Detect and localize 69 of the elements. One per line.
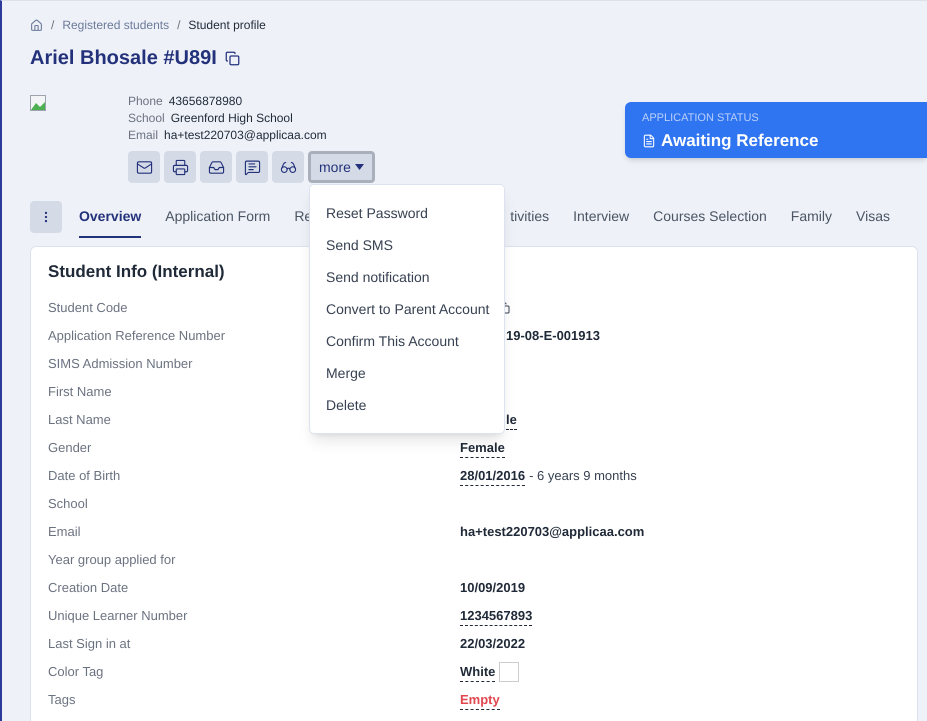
tab[interactable]: tivities: [510, 196, 550, 238]
menu-item[interactable]: Confirm This Account: [310, 325, 504, 357]
toolbar-button[interactable]: [236, 151, 268, 183]
field-label: Gender: [48, 439, 92, 458]
field-value[interactable]: 1234567893: [460, 606, 532, 626]
printer-icon: [172, 158, 188, 176]
breadcrumb-link[interactable]: Registered students: [62, 16, 170, 34]
field-value: 10/09/2019: [460, 579, 526, 598]
field-label: Student Code: [48, 299, 128, 318]
contact-value: ha+test220703@applicaa.com: [164, 127, 327, 144]
contact-label: Phone: [128, 93, 163, 110]
field-label: Email: [48, 523, 81, 542]
menu-item[interactable]: Merge: [310, 357, 504, 389]
breadcrumb-separator: /: [177, 17, 180, 34]
status-label: APPLICATION STATUS: [642, 111, 760, 125]
field-value[interactable]: White: [460, 662, 496, 682]
contact-label: Email: [128, 127, 158, 144]
tab[interactable]: Family: [790, 196, 832, 238]
field-value[interactable]: Female: [460, 438, 505, 458]
chat-icon: [244, 158, 260, 176]
field-value: 19-08-E-001913: [506, 327, 600, 346]
document-icon: [642, 132, 656, 149]
student-name-title: Ariel Bhosale #U89I: [30, 46, 217, 71]
tab[interactable]: Courses Selection: [653, 196, 767, 238]
age-text: - 6 years 9 months: [529, 467, 637, 486]
field-label: Year group applied for: [48, 551, 176, 570]
toolbar-button[interactable]: [164, 151, 196, 183]
field-label: Application Reference Number: [48, 327, 226, 346]
field-value[interactable]: 28/01/2016: [460, 466, 526, 486]
broken-image-icon: [30, 95, 46, 111]
field-label: Color Tag: [48, 663, 104, 682]
field-label: Last Name: [48, 411, 111, 430]
field-value[interactable]: le: [506, 410, 517, 430]
field-label: Unique Learner Number: [48, 607, 188, 626]
field-value[interactable]: Empty: [460, 690, 500, 710]
tab[interactable]: Application Form: [165, 196, 270, 238]
status-value: Awaiting Reference: [661, 130, 818, 152]
field-label: First Name: [48, 383, 112, 402]
field-label: Last Sign in at: [48, 635, 130, 654]
menu-item[interactable]: Send SMS: [310, 229, 504, 261]
field-label: Date of Birth: [48, 467, 120, 486]
contact-label: School: [128, 110, 165, 127]
field-label: School: [48, 495, 88, 514]
caret-icon: [354, 164, 364, 170]
menu-item[interactable]: Convert to Parent Account: [310, 293, 504, 325]
toolbar-button[interactable]: [128, 151, 160, 183]
tray-icon: [208, 158, 224, 176]
toolbar-button[interactable]: [200, 151, 232, 183]
toolbar-button[interactable]: [272, 151, 304, 183]
field-label: Creation Date: [48, 579, 128, 598]
contact-value: Greenford High School: [170, 110, 293, 127]
field-value: ha+test220703@applicaa.com: [460, 523, 644, 542]
card-title: Student Info (Internal): [48, 261, 225, 283]
tab[interactable]: Overview: [79, 196, 142, 238]
field-label: SIMS Admission Number: [48, 355, 192, 374]
breadcrumb-current: Student profile: [188, 17, 266, 34]
menu-item[interactable]: Send notification: [310, 261, 504, 293]
breadcrumb-separator: /: [51, 17, 54, 34]
mail-icon: [136, 158, 152, 176]
contact-value: 43656878980: [168, 93, 242, 110]
copy-icon[interactable]: [224, 50, 240, 66]
menu-item[interactable]: Reset Password: [310, 197, 504, 229]
field-label: Tags: [48, 691, 76, 710]
field-value: 22/03/2022: [460, 635, 526, 654]
menu-item[interactable]: Delete: [310, 389, 504, 421]
more-button[interactable]: more: [308, 151, 375, 183]
tab[interactable]: Visas: [856, 196, 890, 238]
home-icon[interactable]: [30, 18, 43, 32]
tab[interactable]: Interview: [573, 196, 630, 238]
